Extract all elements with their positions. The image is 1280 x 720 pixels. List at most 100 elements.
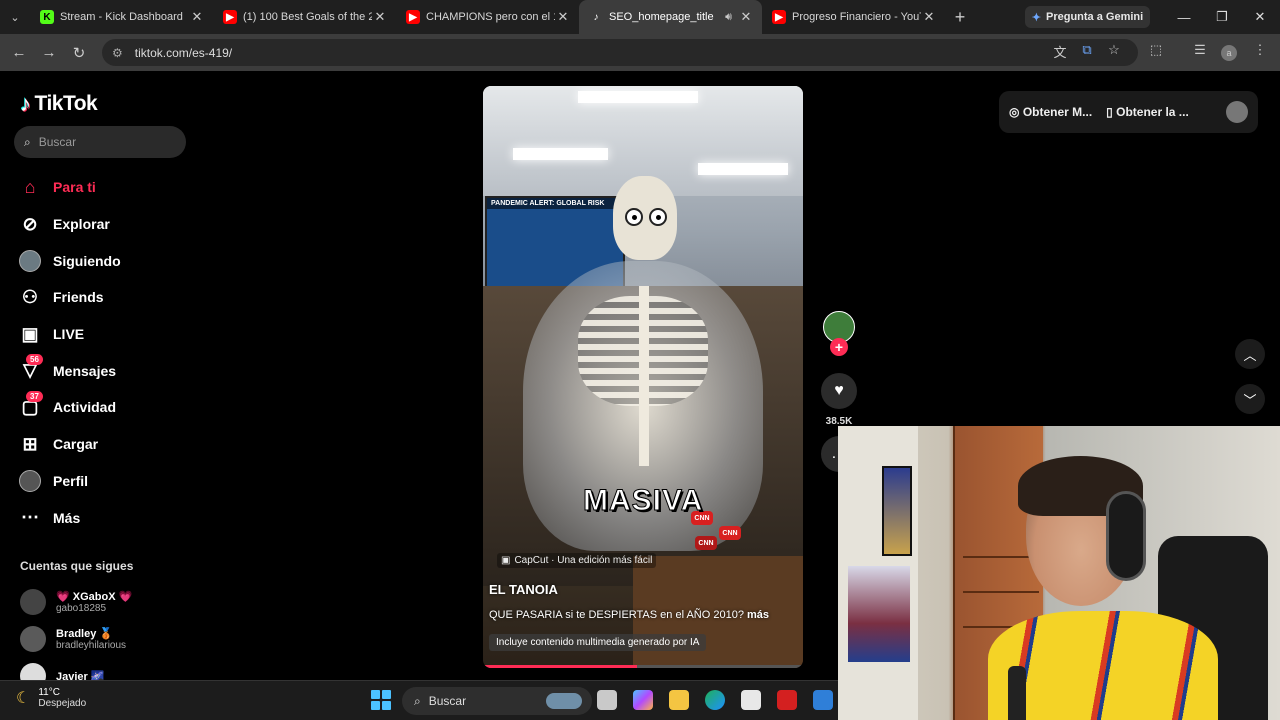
search-input[interactable]: ⌕ Buscar: [14, 126, 186, 158]
previous-video-button[interactable]: ︿: [1235, 339, 1265, 369]
media-controls-icon[interactable]: ☰: [1190, 42, 1210, 58]
copilot-icon[interactable]: [633, 690, 653, 710]
get-app-button[interactable]: ▯ Obtener la ...: [1106, 105, 1189, 119]
tiktok-logo[interactable]: ♪ TikTok: [20, 91, 98, 117]
nav-mensajes[interactable]: ▽ 56 Mensajes: [16, 352, 196, 389]
profile-icon: [16, 469, 44, 493]
profile-avatar-icon[interactable]: a: [1221, 45, 1237, 61]
caption-more-link[interactable]: más: [747, 609, 769, 621]
next-video-button[interactable]: ﹀: [1235, 384, 1265, 414]
follow-plus-icon[interactable]: +: [830, 338, 848, 356]
weather-condition: Despejado: [38, 698, 87, 709]
nav-label: Explorar: [53, 216, 110, 233]
capcut-link[interactable]: ▣ CapCut · Una edición más fácil: [497, 553, 657, 568]
nav-label: Siguiendo: [53, 252, 121, 269]
close-tab-icon[interactable]: ✕: [555, 9, 571, 25]
site-info-icon[interactable]: ⚙: [112, 46, 123, 60]
minimize-icon[interactable]: —: [1165, 0, 1203, 34]
reload-icon[interactable]: ↻: [64, 44, 94, 62]
search-icon: ⌕: [414, 693, 421, 708]
like-button[interactable]: ♥: [821, 373, 857, 409]
browser-tab[interactable]: ▶ Progreso Financiero - YouTu ✕: [762, 0, 945, 34]
news-mic: CNN: [695, 536, 717, 550]
nav-label: LIVE: [53, 326, 85, 343]
user-avatar[interactable]: [1226, 101, 1248, 123]
nav-mas[interactable]: ⋯ Más: [16, 499, 196, 536]
close-tab-icon[interactable]: ✕: [921, 9, 937, 25]
nav-para-ti[interactable]: ⌂ Para ti: [16, 169, 196, 206]
get-coins-label: Obtener M...: [1022, 105, 1093, 119]
close-tab-icon[interactable]: ✕: [738, 9, 754, 25]
video-player[interactable]: PANDEMIC ALERT: GLOBAL RISK CNN CNN CNN …: [483, 86, 803, 668]
task-view-icon[interactable]: [597, 690, 617, 710]
nav-label: Más: [53, 509, 81, 526]
nav-label: Cargar: [53, 436, 99, 453]
windows-start-icon[interactable]: [371, 690, 391, 710]
extensions-icon[interactable]: ⬚: [1146, 42, 1166, 58]
taskbar-search[interactable]: ⌕ Buscar: [402, 687, 592, 715]
heart-icon: ♥: [834, 382, 844, 399]
tab-title: Stream - Kick Dashboard: [60, 11, 183, 23]
avatar: [20, 589, 46, 615]
nav-label: Perfil: [53, 472, 89, 489]
speaker-icon[interactable]: 🔊︎: [725, 11, 732, 24]
gemini-button[interactable]: ✦ Pregunta a Gemini: [1025, 6, 1150, 28]
following-account[interactable]: Bradley 🥉 bradleyhilarious: [20, 626, 126, 652]
avatar: [20, 626, 46, 652]
forward-icon[interactable]: →: [34, 44, 64, 61]
taskbar-search-label: Buscar: [428, 694, 467, 708]
top-right-actions: ◎ Obtener M... ▯ Obtener la ...: [999, 91, 1258, 133]
get-app-label: Obtener la ...: [1116, 105, 1189, 119]
moon-icon: ☾: [16, 690, 31, 707]
mail-icon[interactable]: [813, 690, 833, 710]
video-progress-bar[interactable]: [483, 665, 803, 668]
tab-title: CHAMPIONS pero con el 1!: [426, 11, 555, 23]
nav-live[interactable]: ▣ LIVE: [16, 316, 196, 353]
more-icon: ⋯: [21, 507, 39, 528]
webcam-overlay: [838, 426, 1280, 720]
coin-icon: ◎: [1009, 105, 1020, 119]
close-tab-icon[interactable]: ✕: [372, 9, 388, 25]
weather-widget[interactable]: ☾ 11°C Despejado: [16, 687, 86, 709]
browser-tab[interactable]: K Stream - Kick Dashboard ✕: [30, 0, 213, 34]
logo-text: TikTok: [34, 92, 98, 115]
nav-friends[interactable]: ⚇ Friends: [16, 279, 196, 316]
nav-explorar[interactable]: ⊘ Explorar: [16, 206, 196, 243]
back-icon[interactable]: ←: [4, 44, 34, 61]
translate-icon[interactable]: 文: [1050, 42, 1070, 61]
get-coins-button[interactable]: ◎ Obtener M...: [1009, 105, 1092, 119]
store-icon[interactable]: [741, 690, 761, 710]
close-tab-icon[interactable]: ✕: [189, 9, 205, 25]
antivirus-icon[interactable]: [777, 690, 797, 710]
nav-perfil[interactable]: Perfil: [16, 463, 196, 500]
tab-title: Progreso Financiero - YouTu: [792, 11, 921, 23]
youtube-icon: ▶: [223, 10, 237, 24]
bookmark-star-icon[interactable]: ☆: [1104, 42, 1124, 58]
sidebar-nav: ⌂ Para ti ⊘ Explorar Siguiendo ⚇ Friends…: [16, 169, 196, 536]
browser-tab[interactable]: ▶ CHAMPIONS pero con el 1! ✕: [396, 0, 579, 34]
nav-cargar[interactable]: ⊞ Cargar: [16, 426, 196, 463]
tab-search-chevron-icon[interactable]: ⌄: [0, 0, 30, 34]
browser-menu-icon[interactable]: ⋮: [1250, 42, 1270, 58]
account-name: 💗 XGaboX 💗: [56, 591, 133, 603]
home-icon: ⌂: [24, 176, 36, 197]
cast-icon[interactable]: ⧉: [1077, 42, 1097, 58]
browser-tab[interactable]: ▶ (1) 100 Best Goals of the 20 ✕: [213, 0, 396, 34]
youtube-icon: ▶: [772, 10, 786, 24]
following-title: Cuentas que sigues: [20, 559, 134, 573]
nav-actividad[interactable]: ▢ 37 Actividad: [16, 389, 196, 426]
nav-label: Actividad: [53, 399, 117, 416]
file-explorer-icon[interactable]: [669, 690, 689, 710]
video-author[interactable]: EL TANOIA: [489, 582, 558, 597]
search-placeholder: Buscar: [38, 135, 77, 149]
close-window-icon[interactable]: ✕: [1241, 0, 1279, 34]
webcam-headphone: [1106, 491, 1146, 581]
new-tab-icon[interactable]: +: [945, 7, 975, 28]
gemini-label: Pregunta a Gemini: [1046, 11, 1144, 23]
browser-tab-active[interactable]: ♪ SEO_homepage_title 🔊︎ ✕: [579, 0, 762, 34]
edge-icon[interactable]: [705, 690, 725, 710]
following-account[interactable]: 💗 XGaboX 💗 gabo18285: [20, 589, 132, 615]
address-bar[interactable]: ⚙ tiktok.com/es-419/: [102, 39, 1138, 66]
nav-siguiendo[interactable]: Siguiendo: [16, 242, 196, 279]
restore-icon[interactable]: ❐: [1203, 0, 1241, 34]
